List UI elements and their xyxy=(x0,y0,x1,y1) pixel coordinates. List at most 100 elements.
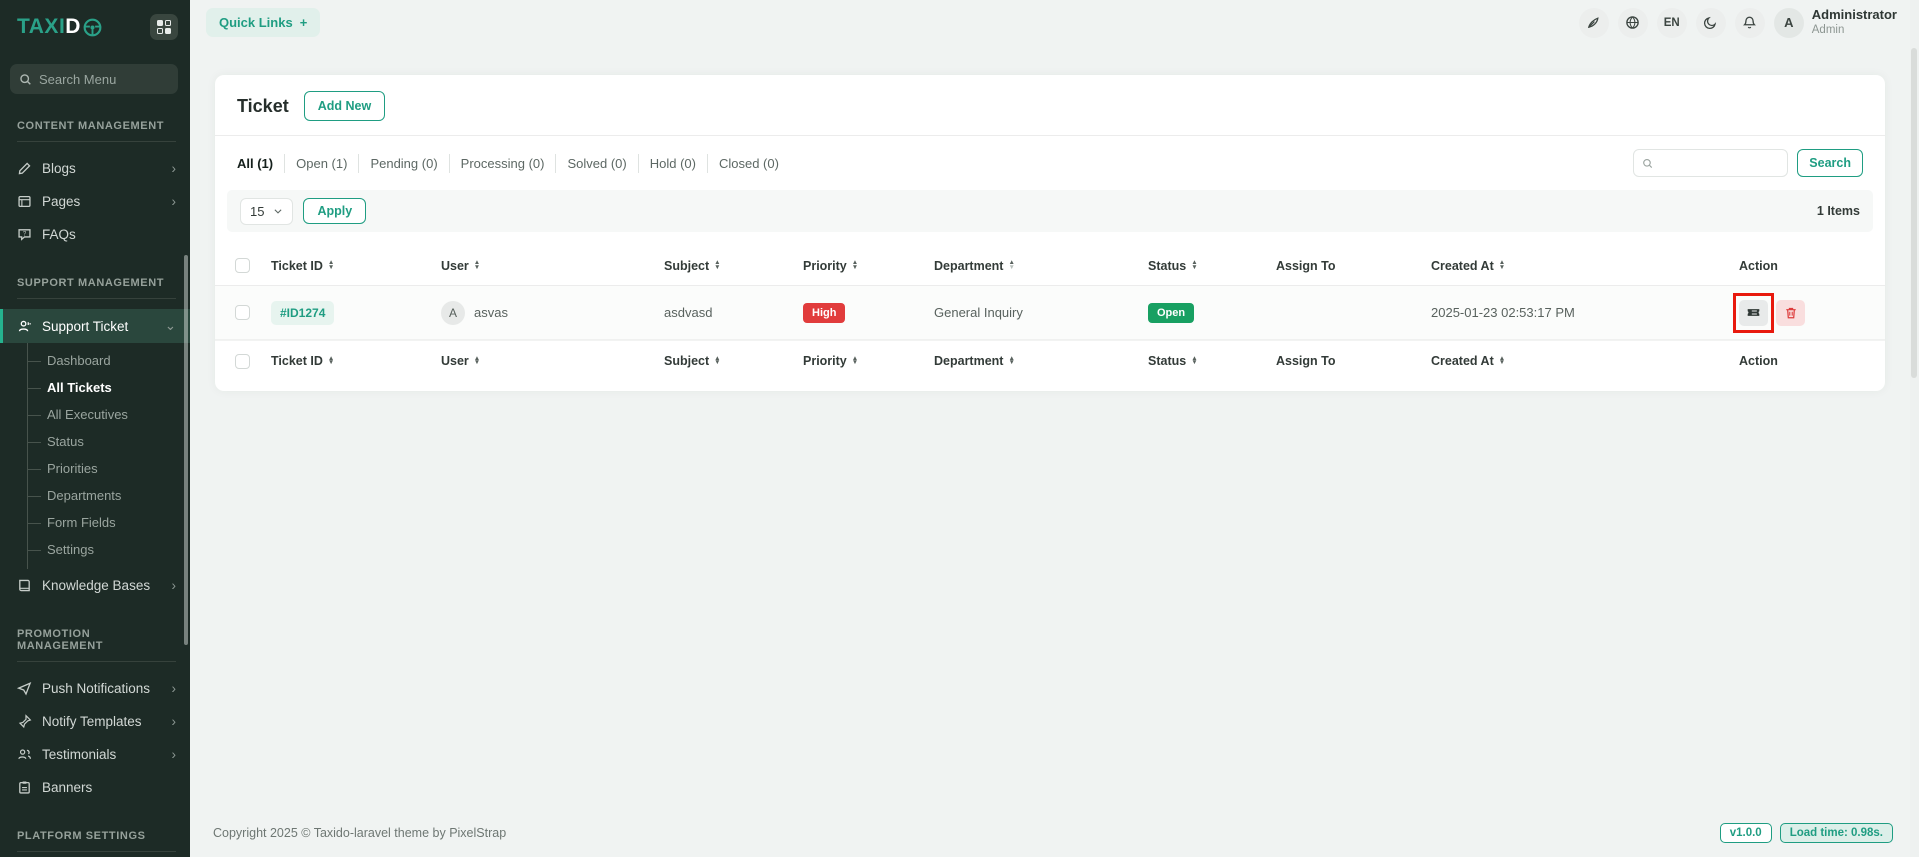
delete-ticket-button[interactable] xyxy=(1776,300,1805,326)
column-department[interactable]: Department xyxy=(934,259,1003,273)
globe-button[interactable] xyxy=(1618,8,1648,38)
user-menu[interactable]: A Administrator Admin xyxy=(1774,7,1897,38)
subnav-item-settings[interactable]: Settings xyxy=(28,536,190,563)
column-created-at[interactable]: Created At xyxy=(1431,354,1494,368)
sort-icon[interactable]: ▲▼ xyxy=(852,261,858,270)
row-checkbox[interactable] xyxy=(235,305,250,320)
subnav-item-form-fields[interactable]: Form Fields xyxy=(28,509,190,536)
subnav-item-priorities[interactable]: Priorities xyxy=(28,455,190,482)
book-icon xyxy=(17,578,32,593)
brand-logo[interactable]: TAXID xyxy=(17,15,102,39)
select-all-checkbox[interactable] xyxy=(235,258,250,273)
dark-mode-button[interactable] xyxy=(1696,8,1726,38)
language-label: EN xyxy=(1664,17,1680,29)
pin-icon xyxy=(17,714,32,729)
sidebar-item-faqs[interactable]: ? FAQs xyxy=(0,218,190,251)
user-name: Administrator xyxy=(1812,7,1897,23)
column-priority[interactable]: Priority xyxy=(803,259,847,273)
customizer-button[interactable] xyxy=(1579,8,1609,38)
column-subject[interactable]: Subject xyxy=(664,354,709,368)
topbar: Quick Links + EN A Administrator Admin xyxy=(190,0,1919,45)
subnav-item-dashboard[interactable]: Dashboard xyxy=(28,347,190,374)
faq-chat-icon: ? xyxy=(17,227,32,242)
section-title-support-management: SUPPORT MANAGEMENT xyxy=(17,277,176,299)
subnav-item-status[interactable]: Status xyxy=(28,428,190,455)
subnav-item-all-tickets[interactable]: All Tickets xyxy=(28,374,190,401)
apply-button[interactable]: Apply xyxy=(303,198,366,224)
sort-icon[interactable]: ▲▼ xyxy=(1499,357,1505,366)
select-all-checkbox[interactable] xyxy=(235,354,250,369)
table-footer-header-row: Ticket ID▲▼ User▲▼ Subject▲▼ Priority▲▼ … xyxy=(215,340,1885,381)
language-button[interactable]: EN xyxy=(1657,8,1687,38)
sidebar-item-knowledge-bases[interactable]: Knowledge Bases › xyxy=(0,569,190,602)
department-cell: General Inquiry xyxy=(934,305,1148,320)
sidebar-search-input[interactable] xyxy=(39,72,169,87)
column-created-at[interactable]: Created At xyxy=(1431,259,1494,273)
subnav-item-departments[interactable]: Departments xyxy=(28,482,190,509)
sidebar-scrollbar-thumb[interactable] xyxy=(184,255,188,645)
user-name-cell: asvas xyxy=(474,305,508,320)
sidebar-item-label: FAQs xyxy=(42,227,176,242)
sort-icon[interactable]: ▲▼ xyxy=(1008,357,1014,366)
tab-pending[interactable]: Pending (0) xyxy=(358,154,448,173)
per-page-select[interactable]: 15 xyxy=(240,198,293,225)
sort-icon[interactable]: ▲▼ xyxy=(1008,261,1014,270)
section-title-promotion-management: PROMOTION MANAGEMENT xyxy=(17,628,176,662)
sort-icon[interactable]: ▲▼ xyxy=(714,357,720,366)
copyright-text: Copyright 2025 © Taxido-laravel theme by… xyxy=(213,826,506,840)
sort-icon[interactable]: ▲▼ xyxy=(474,261,480,270)
sort-icon[interactable]: ▲▼ xyxy=(1499,261,1505,270)
sidebar-item-push-notifications[interactable]: Push Notifications › xyxy=(0,672,190,705)
column-user[interactable]: User xyxy=(441,259,469,273)
search-button[interactable]: Search xyxy=(1797,149,1863,177)
ticket-card: Ticket Add New All (1) Open (1) Pending … xyxy=(215,75,1885,391)
sort-icon[interactable]: ▲▼ xyxy=(474,357,480,366)
sidebar-search[interactable] xyxy=(10,64,178,94)
ticket-id-badge[interactable]: #ID1274 xyxy=(271,301,334,325)
column-ticket-id[interactable]: Ticket ID xyxy=(271,259,323,273)
tab-open[interactable]: Open (1) xyxy=(284,154,358,173)
sort-icon[interactable]: ▲▼ xyxy=(714,261,720,270)
add-new-button[interactable]: Add New xyxy=(304,91,385,121)
load-time-badge[interactable]: Load time: 0.98s. xyxy=(1780,823,1893,843)
table-header-row: Ticket ID▲▼ User▲▼ Subject▲▼ Priority▲▼ … xyxy=(215,246,1885,286)
sidebar-item-pages[interactable]: Pages › xyxy=(0,185,190,218)
sort-icon[interactable]: ▲▼ xyxy=(852,357,858,366)
sidebar-item-blogs[interactable]: Blogs › xyxy=(0,152,190,185)
column-department[interactable]: Department xyxy=(934,354,1003,368)
column-subject[interactable]: Subject xyxy=(664,259,709,273)
feather-icon xyxy=(1586,15,1601,30)
notifications-button[interactable] xyxy=(1735,8,1765,38)
ticket-view-icon xyxy=(1746,305,1761,320)
version-badge[interactable]: v1.0.0 xyxy=(1720,823,1772,843)
sort-icon[interactable]: ▲▼ xyxy=(1191,357,1197,366)
tab-processing[interactable]: Processing (0) xyxy=(449,154,556,173)
sidebar-toggle-button[interactable] xyxy=(150,14,178,40)
window-scrollbar[interactable] xyxy=(1910,0,1919,857)
column-status[interactable]: Status xyxy=(1148,354,1186,368)
sidebar-item-testimonials[interactable]: Testimonials › xyxy=(0,738,190,771)
sidebar-item-support-ticket[interactable]: Support Ticket ⌄ xyxy=(0,309,190,343)
sort-icon[interactable]: ▲▼ xyxy=(328,357,334,366)
tab-closed[interactable]: Closed (0) xyxy=(707,154,790,173)
sidebar-item-notify-templates[interactable]: Notify Templates › xyxy=(0,705,190,738)
sort-icon[interactable]: ▲▼ xyxy=(1191,261,1197,270)
sidebar-item-label: Blogs xyxy=(42,161,162,176)
tab-hold[interactable]: Hold (0) xyxy=(638,154,707,173)
column-status[interactable]: Status xyxy=(1148,259,1186,273)
column-user[interactable]: User xyxy=(441,354,469,368)
quick-links-button[interactable]: Quick Links + xyxy=(206,8,320,37)
sidebar-item-label: Support Ticket xyxy=(42,319,155,334)
column-ticket-id[interactable]: Ticket ID xyxy=(271,354,323,368)
subnav-item-all-executives[interactable]: All Executives xyxy=(28,401,190,428)
column-priority[interactable]: Priority xyxy=(803,354,847,368)
avatar-initial: A xyxy=(1784,15,1793,30)
tab-solved[interactable]: Solved (0) xyxy=(555,154,637,173)
window-scrollbar-thumb[interactable] xyxy=(1911,48,1917,378)
sort-icon[interactable]: ▲▼ xyxy=(328,261,334,270)
view-ticket-button[interactable] xyxy=(1739,300,1768,326)
tab-all[interactable]: All (1) xyxy=(237,154,284,173)
table-search-input[interactable] xyxy=(1660,156,1780,171)
sidebar-item-banners[interactable]: Banners xyxy=(0,771,190,804)
table-search-box[interactable] xyxy=(1633,149,1788,177)
